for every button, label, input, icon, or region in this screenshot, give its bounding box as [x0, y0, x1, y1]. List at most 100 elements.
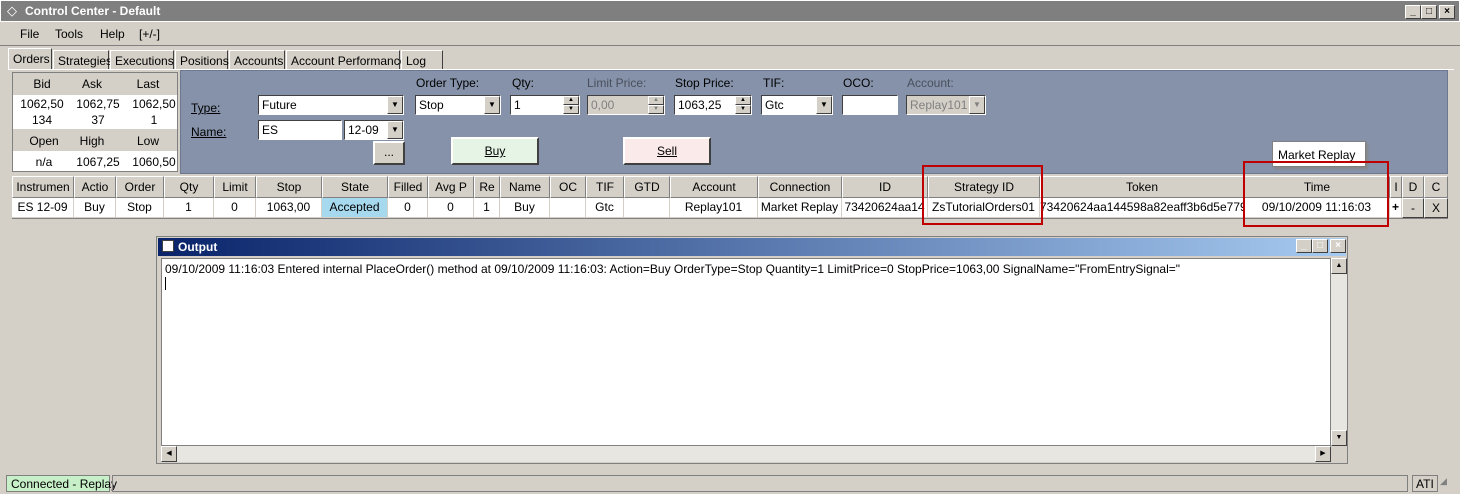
- cell-order-type[interactable]: Stop: [116, 198, 164, 218]
- order-type-select[interactable]: Stop ▼: [415, 95, 501, 115]
- type-select[interactable]: Future ▼: [258, 95, 404, 115]
- sell-button[interactable]: Sell: [623, 137, 711, 165]
- column-header[interactable]: Stop: [256, 176, 322, 198]
- menu-tools[interactable]: Tools: [55, 27, 83, 41]
- type-value: Future: [262, 98, 297, 112]
- chevron-down-icon[interactable]: ▼: [387, 121, 403, 139]
- column-header[interactable]: TIF: [586, 176, 624, 198]
- tab-log[interactable]: Log: [401, 50, 443, 70]
- horizontal-scrollbar[interactable]: ◀ ▶: [161, 446, 1331, 462]
- chevron-down-icon[interactable]: ▼: [387, 96, 403, 114]
- resize-grip-icon[interactable]: ◢: [1440, 476, 1456, 492]
- column-header[interactable]: Limit: [214, 176, 256, 198]
- minimize-icon[interactable]: _: [1405, 5, 1421, 19]
- cell-connection[interactable]: Market Replay: [758, 198, 842, 218]
- tab-account-performance[interactable]: Account Performance: [286, 50, 406, 70]
- expiry-select[interactable]: 12-09 ▼: [344, 120, 404, 140]
- buy-button[interactable]: Buy: [451, 137, 539, 165]
- cell-stop[interactable]: 1063,00: [256, 198, 322, 218]
- cell-name[interactable]: Buy: [500, 198, 550, 218]
- column-header[interactable]: State: [322, 176, 388, 198]
- scroll-right-icon[interactable]: ▶: [1315, 446, 1331, 462]
- column-header[interactable]: Qty: [164, 176, 214, 198]
- cell-account[interactable]: Replay101: [670, 198, 758, 218]
- column-header[interactable]: GTD: [624, 176, 670, 198]
- limit-price-stepper[interactable]: 0,00 ▲ ▼: [587, 95, 665, 115]
- cancel-order-button[interactable]: X: [1424, 198, 1448, 218]
- column-header[interactable]: Order: [116, 176, 164, 198]
- tab-strategies[interactable]: Strategies: [53, 50, 112, 70]
- column-header[interactable]: C: [1424, 176, 1448, 198]
- column-header[interactable]: Re: [474, 176, 500, 198]
- account-label: Account:: [907, 76, 954, 90]
- ask-header: Ask: [81, 77, 102, 91]
- chevron-down-icon[interactable]: ▼: [816, 96, 832, 114]
- column-header[interactable]: Connection: [758, 176, 842, 198]
- column-header[interactable]: Token: [1040, 176, 1244, 198]
- cell-instrument[interactable]: ES 12-09: [12, 198, 74, 218]
- instrument-picker-button[interactable]: ...: [373, 141, 405, 165]
- column-header[interactable]: Instrumen: [12, 176, 74, 198]
- tab-positions[interactable]: Positions: [175, 50, 229, 70]
- cell-oco[interactable]: [550, 198, 586, 218]
- cell-action[interactable]: Buy: [74, 198, 116, 218]
- orders-grid[interactable]: Instrumen Actio Order Qty Limit Stop Sta…: [12, 176, 1448, 218]
- cell-tif[interactable]: Gtc: [586, 198, 624, 218]
- tab-orders[interactable]: Orders: [8, 48, 52, 70]
- qty-stepper[interactable]: 1 ▲ ▼: [510, 95, 580, 115]
- decrease-button[interactable]: -: [1402, 198, 1424, 218]
- spin-down-icon[interactable]: ▼: [563, 105, 579, 114]
- close-icon[interactable]: ×: [1330, 239, 1346, 253]
- column-header[interactable]: Account: [670, 176, 758, 198]
- spin-up-icon[interactable]: ▲: [648, 96, 664, 105]
- tif-select[interactable]: Gtc ▼: [761, 95, 833, 115]
- cell-remaining[interactable]: 1: [474, 198, 500, 218]
- cell-gtd[interactable]: [624, 198, 670, 218]
- maximize-icon[interactable]: □: [1312, 239, 1328, 253]
- ask-value: 1062,75: [76, 97, 120, 111]
- column-header[interactable]: Filled: [388, 176, 428, 198]
- spin-down-icon[interactable]: ▼: [648, 105, 664, 114]
- close-icon[interactable]: ×: [1439, 5, 1455, 19]
- tab-executions[interactable]: Executions: [110, 50, 174, 70]
- increase-button[interactable]: +: [1390, 198, 1402, 218]
- last-value: 1062,50: [132, 97, 176, 111]
- cell-state[interactable]: Accepted: [322, 198, 388, 218]
- cell-token[interactable]: 73420624aa144598a82eaff3b6d5e779: [1040, 198, 1244, 218]
- vertical-scrollbar[interactable]: ▲ ▼: [1331, 258, 1347, 446]
- menu-file[interactable]: File: [20, 27, 39, 41]
- tab-accounts[interactable]: Accounts: [229, 50, 285, 70]
- name-input[interactable]: ES: [258, 120, 342, 140]
- stop-price-stepper[interactable]: 1063,25 ▲ ▼: [674, 95, 752, 115]
- column-header[interactable]: Actio: [74, 176, 116, 198]
- menu-toggle[interactable]: [+/-]: [139, 27, 160, 41]
- cell-filled[interactable]: 0: [388, 198, 428, 218]
- cell-avg-price[interactable]: 0: [428, 198, 474, 218]
- scroll-down-icon[interactable]: ▼: [1331, 430, 1347, 446]
- column-header[interactable]: I: [1390, 176, 1402, 198]
- chevron-down-icon[interactable]: ▼: [484, 96, 500, 114]
- cell-qty[interactable]: 1: [164, 198, 214, 218]
- column-header[interactable]: Name: [500, 176, 550, 198]
- scroll-up-icon[interactable]: ▲: [1331, 258, 1347, 274]
- spin-up-icon[interactable]: ▲: [735, 96, 751, 105]
- cell-id[interactable]: 73420624aa14: [842, 198, 928, 218]
- title-bar[interactable]: ◇ Control Center - Default _ □ ×: [0, 0, 1460, 22]
- column-header[interactable]: ID: [842, 176, 928, 198]
- output-text-area[interactable]: 09/10/2009 11:16:03 Entered internal Pla…: [161, 258, 1331, 446]
- menu-help[interactable]: Help: [100, 27, 125, 41]
- maximize-icon[interactable]: □: [1421, 5, 1437, 19]
- chevron-down-icon[interactable]: ▼: [969, 96, 985, 114]
- oco-input[interactable]: [842, 95, 898, 115]
- minimize-icon[interactable]: _: [1296, 239, 1312, 253]
- scroll-left-icon[interactable]: ◀: [161, 446, 177, 462]
- column-header[interactable]: D: [1402, 176, 1424, 198]
- account-select[interactable]: Replay101 ▼: [906, 95, 986, 115]
- column-header[interactable]: Avg P: [428, 176, 474, 198]
- spin-up-icon[interactable]: ▲: [563, 96, 579, 105]
- spin-down-icon[interactable]: ▼: [735, 105, 751, 114]
- cell-limit[interactable]: 0: [214, 198, 256, 218]
- output-title-bar[interactable]: Output _ □ ×: [158, 238, 1346, 256]
- column-header[interactable]: OC: [550, 176, 586, 198]
- last-size: 1: [150, 113, 158, 127]
